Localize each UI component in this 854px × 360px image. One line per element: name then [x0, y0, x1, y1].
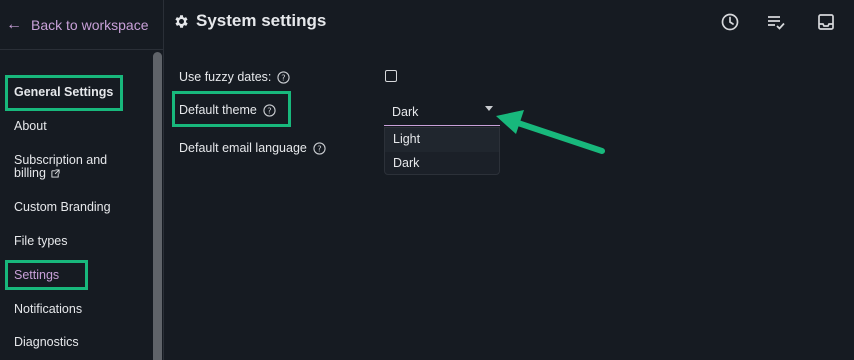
- page-title-text: System settings: [196, 11, 327, 30]
- sidebar-item-file-types[interactable]: File types: [14, 235, 68, 248]
- back-to-workspace-link[interactable]: ← Back to workspace: [6, 15, 149, 35]
- sidebar-item-notifications[interactable]: Notifications: [14, 303, 82, 316]
- help-icon[interactable]: ?: [313, 141, 326, 155]
- email-language-label-text: Default email language: [179, 141, 307, 155]
- theme-select[interactable]: Dark: [384, 99, 500, 126]
- theme-option-dark[interactable]: Dark: [385, 152, 499, 176]
- sidebar-section-general-settings[interactable]: General Settings: [14, 86, 113, 99]
- sidebar-item-subscription[interactable]: Subscription and billing: [14, 154, 107, 180]
- inbox-icon[interactable]: [816, 12, 836, 32]
- sidebar: ← Back to workspace General Settings Abo…: [0, 0, 164, 360]
- list-check-icon[interactable]: [766, 12, 786, 32]
- svg-text:?: ?: [282, 72, 286, 82]
- sidebar-scrollbar[interactable]: [153, 52, 162, 360]
- email-language-label: Default email language ?: [179, 141, 326, 155]
- theme-option-light[interactable]: Light: [385, 128, 499, 152]
- default-theme-label-text: Default theme: [179, 103, 257, 117]
- theme-select-value: Dark: [392, 105, 419, 119]
- default-theme-label: Default theme ?: [179, 103, 276, 117]
- sidebar-item-custom-branding[interactable]: Custom Branding: [14, 201, 111, 214]
- fuzzy-dates-label: Use fuzzy dates: ?: [179, 70, 291, 84]
- help-icon[interactable]: ?: [277, 70, 291, 84]
- page-title: System settings: [173, 11, 326, 31]
- external-link-icon: [51, 169, 61, 178]
- arrow-left-icon: ←: [6, 16, 22, 33]
- sidebar-item-diagnostics[interactable]: Diagnostics: [14, 336, 79, 349]
- back-link-label: Back to workspace: [31, 17, 149, 33]
- fuzzy-dates-label-text: Use fuzzy dates:: [179, 70, 272, 84]
- svg-text:?: ?: [267, 105, 271, 115]
- sidebar-item-about[interactable]: About: [14, 120, 47, 133]
- gear-icon: [175, 14, 188, 28]
- help-icon[interactable]: ?: [263, 103, 276, 117]
- clock-icon[interactable]: [720, 12, 740, 32]
- annotation-arrow-icon: [496, 110, 605, 154]
- theme-dropdown-menu: Light Dark: [384, 127, 500, 175]
- sidebar-divider: [0, 49, 164, 50]
- sidebar-item-subscription-label-2: billing: [14, 166, 46, 180]
- header: System settings: [164, 0, 854, 46]
- sidebar-item-settings[interactable]: Settings: [14, 269, 59, 282]
- fuzzy-dates-checkbox[interactable]: [385, 70, 397, 82]
- svg-text:?: ?: [317, 143, 321, 153]
